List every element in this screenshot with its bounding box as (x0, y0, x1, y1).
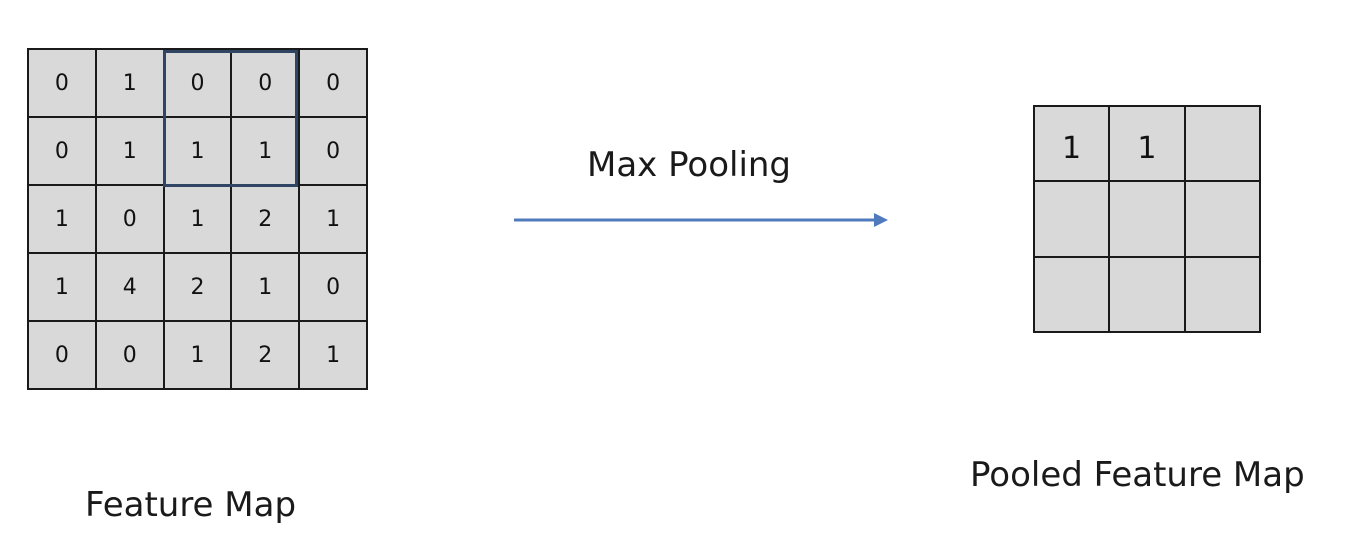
pooled-map-cell (1110, 257, 1186, 333)
feature-map-cell: 1 (29, 254, 97, 322)
feature-map-cell: 1 (164, 118, 233, 186)
pooled-feature-map-label: Pooled Feature Map (970, 455, 1305, 495)
feature-map-cell: 0 (232, 50, 301, 118)
pooled-map-cell (1185, 107, 1261, 183)
feature-map-cell: 1 (96, 118, 165, 186)
feature-map-cell: 0 (300, 118, 368, 186)
pooled-map-cell (1035, 182, 1111, 258)
feature-map-cell: 4 (96, 254, 165, 322)
feature-map-cell: 2 (232, 186, 301, 254)
pooled-map-cell: 1 (1110, 107, 1186, 183)
feature-map-cell: 1 (96, 50, 165, 118)
feature-map-cell: 2 (232, 322, 301, 390)
feature-map-cell: 0 (300, 254, 368, 322)
feature-map-cell: 0 (29, 118, 97, 186)
pooled-map-cell (1035, 257, 1111, 333)
feature-map-cell: 1 (164, 322, 233, 390)
pooled-map-cell (1185, 257, 1261, 333)
feature-map-cell: 0 (164, 50, 233, 118)
feature-map-grid: 0 1 0 0 0 0 1 1 1 0 1 0 1 2 1 1 4 2 1 0 … (27, 48, 368, 390)
feature-map-cell: 1 (232, 254, 301, 322)
feature-map-cell: 1 (300, 322, 368, 390)
pooled-map-cell (1185, 182, 1261, 258)
feature-map-cell: 1 (300, 186, 368, 254)
right-arrow-icon (514, 213, 888, 227)
feature-map-cell: 0 (300, 50, 368, 118)
feature-map-cell: 0 (29, 50, 97, 118)
pooled-map-cell (1110, 182, 1186, 258)
max-pooling-label: Max Pooling (587, 145, 792, 185)
pooled-feature-map-grid: 1 1 (1033, 105, 1261, 333)
feature-map-cell: 2 (164, 254, 233, 322)
feature-map-cell: 0 (96, 186, 165, 254)
feature-map-cell: 1 (29, 186, 97, 254)
feature-map-cell: 1 (232, 118, 301, 186)
pooled-map-cell: 1 (1035, 107, 1111, 183)
feature-map-cell: 0 (29, 322, 97, 390)
feature-map-cell: 0 (96, 322, 165, 390)
feature-map-label: Feature Map (85, 485, 297, 525)
feature-map-cell: 1 (164, 186, 233, 254)
